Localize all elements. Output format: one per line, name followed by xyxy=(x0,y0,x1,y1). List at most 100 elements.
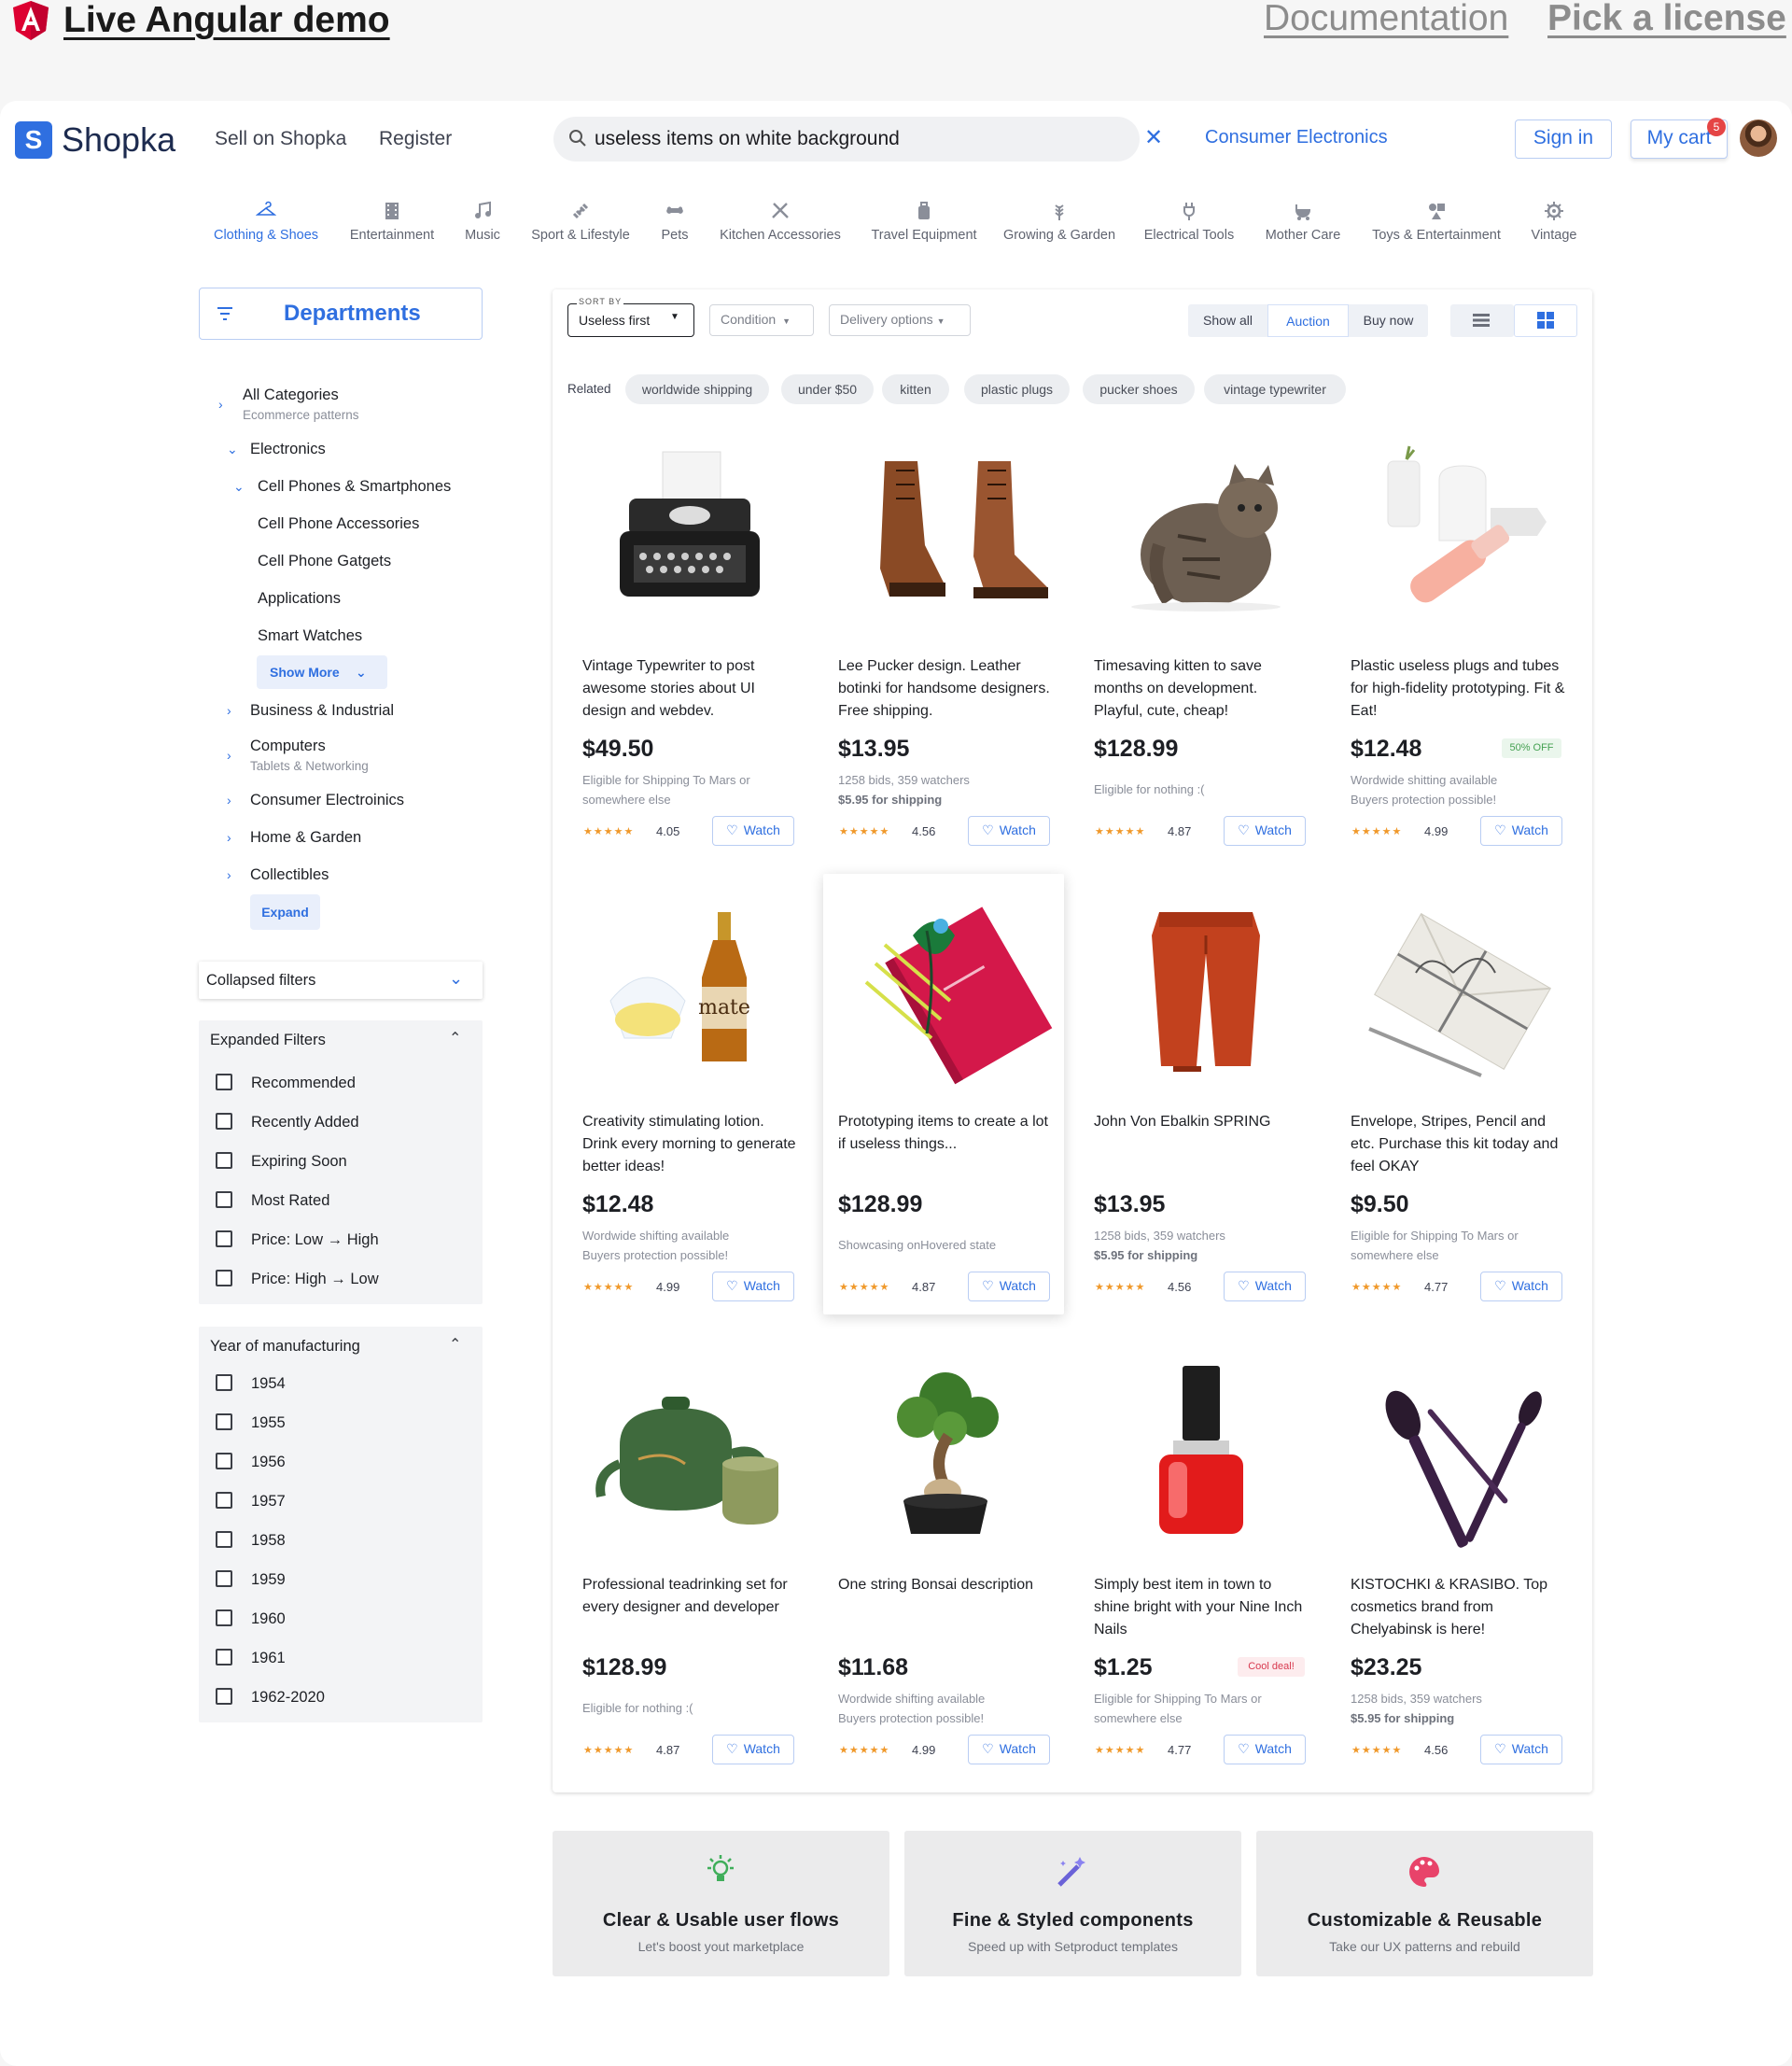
product-title[interactable]: Simply best item in town to shine bright… xyxy=(1094,1574,1310,1641)
checkbox[interactable] xyxy=(216,1649,232,1665)
condition-dropdown[interactable]: Condition ▼ xyxy=(709,304,814,336)
seg-auction[interactable]: Auction xyxy=(1267,304,1349,337)
watch-button[interactable]: ♡ Watch xyxy=(1224,816,1306,846)
product-image[interactable] xyxy=(1351,1361,1567,1548)
product-card[interactable]: Prototyping items to create a lot if use… xyxy=(838,898,1079,1309)
watch-button[interactable]: ♡ Watch xyxy=(1224,1272,1306,1301)
year-row[interactable]: 1954 xyxy=(216,1373,468,1396)
chevron-right-icon[interactable]: › xyxy=(227,791,231,809)
filter-row[interactable]: Price: High → Low xyxy=(216,1269,468,1291)
product-card[interactable]: Timesaving kitten to save months on deve… xyxy=(1094,443,1335,853)
watch-button[interactable]: ♡ Watch xyxy=(712,1735,794,1764)
product-title[interactable]: Lee Pucker design. Leather botinki for h… xyxy=(838,655,1055,723)
show-more-button[interactable]: Show More ⌄ xyxy=(257,655,387,689)
chevron-right-icon[interactable]: › xyxy=(218,395,223,414)
product-image[interactable] xyxy=(582,443,799,629)
filter-row[interactable]: Most Rated xyxy=(216,1190,468,1213)
year-row[interactable]: 1958 xyxy=(216,1530,468,1553)
product-title[interactable]: KISTOCHKI & KRASIBO. Top cosmetics brand… xyxy=(1351,1574,1567,1641)
year-row[interactable]: 1956 xyxy=(216,1452,468,1474)
product-image[interactable] xyxy=(838,898,1055,1085)
tree-smart-watches[interactable]: Smart Watches xyxy=(258,626,362,645)
product-image[interactable]: mate xyxy=(582,898,799,1085)
live-demo-link[interactable]: Live Angular demo xyxy=(63,0,390,41)
watch-button[interactable]: ♡ Watch xyxy=(712,816,794,846)
product-card[interactable]: KISTOCHKI & KRASIBO. Top cosmetics brand… xyxy=(1351,1361,1591,1772)
filter-row[interactable]: Recently Added xyxy=(216,1112,468,1134)
product-title[interactable]: Creativity stimulating lotion. Drink eve… xyxy=(582,1111,799,1178)
filter-row[interactable]: Price: Low → High xyxy=(216,1230,468,1252)
chevron-right-icon[interactable]: › xyxy=(227,701,231,720)
search-query-text[interactable]: useless items on white background xyxy=(595,128,900,150)
chevron-down-icon[interactable]: ⌄ xyxy=(227,440,238,458)
category-vintage[interactable]: Vintage xyxy=(1470,201,1638,244)
product-image[interactable] xyxy=(582,1361,799,1548)
tree-electronics[interactable]: Electronics xyxy=(250,440,326,458)
checkbox[interactable] xyxy=(216,1453,232,1469)
watch-button[interactable]: ♡ Watch xyxy=(1480,1735,1562,1764)
tree-all-categories[interactable]: All Categories xyxy=(243,386,339,404)
avatar[interactable] xyxy=(1740,119,1777,157)
shopka-logo-text[interactable]: Shopka xyxy=(62,119,175,161)
tree-cell-gadgets[interactable]: Cell Phone Gatgets xyxy=(258,552,391,570)
product-card[interactable]: One string Bonsai description $11.68 Wordw… xyxy=(838,1361,1079,1772)
tree-computers[interactable]: Computers xyxy=(250,737,326,755)
product-title[interactable]: Timesaving kitten to save months on deve… xyxy=(1094,655,1310,723)
product-card[interactable]: Simply best item in town to shine bright… xyxy=(1094,1361,1335,1772)
checkbox[interactable] xyxy=(216,1113,232,1130)
watch-button[interactable]: ♡ Watch xyxy=(968,1272,1050,1301)
checkbox[interactable] xyxy=(216,1074,232,1090)
product-title[interactable]: Professional teadrinking set for every d… xyxy=(582,1574,799,1619)
product-card[interactable]: John Von Ebalkin SPRING $13.95 1258 bids, … xyxy=(1094,898,1335,1309)
year-row[interactable]: 1961 xyxy=(216,1648,468,1670)
checkbox[interactable] xyxy=(216,1230,232,1247)
watch-button[interactable]: ♡ Watch xyxy=(1224,1735,1306,1764)
delivery-dropdown[interactable]: Delivery options ▼ xyxy=(829,304,971,336)
product-image[interactable] xyxy=(1351,443,1567,629)
product-card[interactable]: mate Creativity stimulating lotion. Drink… xyxy=(582,898,823,1309)
sign-in-button[interactable]: Sign in xyxy=(1515,119,1612,159)
watch-button[interactable]: ♡ Watch xyxy=(968,816,1050,846)
checkbox[interactable] xyxy=(216,1374,232,1391)
seg-show-all[interactable]: Show all xyxy=(1188,304,1267,337)
filter-row[interactable]: Expiring Soon xyxy=(216,1151,468,1174)
product-card[interactable]: Professional teadrinking set for every d… xyxy=(582,1361,823,1772)
product-title[interactable]: Vintage Typewriter to post awesome stori… xyxy=(582,655,799,723)
related-chip[interactable]: pucker shoes xyxy=(1083,374,1195,404)
product-image[interactable] xyxy=(1094,898,1310,1085)
chevron-right-icon[interactable]: › xyxy=(227,828,231,847)
tree-home-garden[interactable]: Home & Garden xyxy=(250,828,361,847)
chevron-right-icon[interactable]: › xyxy=(227,865,231,884)
watch-button[interactable]: ♡ Watch xyxy=(712,1272,794,1301)
related-chip[interactable]: under $50 xyxy=(781,374,874,404)
tree-collectibles[interactable]: Collectibles xyxy=(250,865,329,884)
tree-cell-phones[interactable]: Cell Phones & Smartphones xyxy=(258,477,451,496)
checkbox[interactable] xyxy=(216,1191,232,1208)
checkbox[interactable] xyxy=(216,1688,232,1705)
year-row[interactable]: 1960 xyxy=(216,1609,468,1631)
chevron-down-icon[interactable]: ⌄ xyxy=(233,477,245,496)
expand-button[interactable]: Expand xyxy=(250,894,320,930)
category-link[interactable]: Consumer Electronics xyxy=(1205,126,1388,148)
checkbox[interactable] xyxy=(216,1609,232,1626)
related-chip[interactable]: plastic plugs xyxy=(964,374,1070,404)
product-title[interactable]: One string Bonsai description xyxy=(838,1574,1055,1596)
documentation-link[interactable]: Documentation xyxy=(1264,0,1508,37)
checkbox[interactable] xyxy=(216,1152,232,1169)
checkbox[interactable] xyxy=(216,1270,232,1286)
category-kitchen-accessories[interactable]: Kitchen Accessories xyxy=(696,201,864,244)
product-title[interactable]: Prototyping items to create a lot if use… xyxy=(838,1111,1055,1156)
related-chip[interactable]: vintage typewriter xyxy=(1204,374,1346,404)
checkbox[interactable] xyxy=(216,1531,232,1548)
product-title[interactable]: Envelope, Stripes, Pencil and etc. Purch… xyxy=(1351,1111,1567,1178)
register-link[interactable]: Register xyxy=(379,128,452,150)
chevron-up-icon[interactable]: ⌃ xyxy=(449,1335,461,1354)
tree-cell-accessories[interactable]: Cell Phone Accessories xyxy=(258,514,419,533)
checkbox[interactable] xyxy=(216,1570,232,1587)
year-row[interactable]: 1959 xyxy=(216,1569,468,1592)
pick-license-link[interactable]: Pick a license xyxy=(1547,0,1786,37)
chevron-up-icon[interactable]: ⌃ xyxy=(449,1029,461,1047)
checkbox[interactable] xyxy=(216,1492,232,1509)
product-image[interactable] xyxy=(838,443,1055,629)
product-image[interactable] xyxy=(1094,443,1310,629)
